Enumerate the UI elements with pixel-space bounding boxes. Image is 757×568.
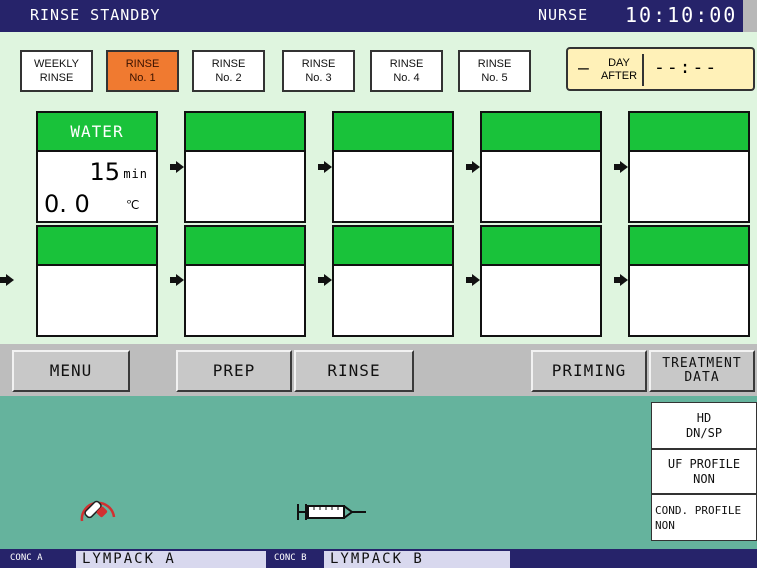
step-1[interactable]: WATER 15 min 0. 0 ℃ <box>36 111 158 223</box>
tab-label: RINSE <box>125 58 160 70</box>
step-body <box>630 152 748 221</box>
step-name <box>186 113 304 152</box>
tab-rinse-2[interactable]: RINSE No. 2 <box>192 50 265 92</box>
panel-text: NON <box>655 518 675 532</box>
arrow-right-icon <box>0 274 14 286</box>
cond-profile-panel[interactable]: COND. PROFILE NON <box>651 494 757 541</box>
arrow-right-icon <box>466 274 480 286</box>
button-label: DATA <box>684 370 720 385</box>
tab-rinse-1[interactable]: RINSE No. 1 <box>106 50 179 92</box>
step-body <box>38 266 156 335</box>
step-6[interactable] <box>36 225 158 337</box>
menu-button[interactable]: MENU <box>12 350 130 392</box>
tab-label: No. 4 <box>393 72 420 84</box>
tab-rinse-4[interactable]: RINSE No. 4 <box>370 50 443 92</box>
tab-rinse-5[interactable]: RINSE No. 5 <box>458 50 531 92</box>
prep-button[interactable]: PREP <box>176 350 292 392</box>
panel-text: COND. PROFILE <box>655 503 742 517</box>
mode-title: RINSE STANDBY <box>30 6 161 24</box>
pressure-gauge-icon <box>80 500 116 522</box>
day-label: DAY AFTER <box>596 54 644 86</box>
tab-label: RINSE <box>211 58 246 70</box>
step-name <box>186 227 304 266</box>
schedule-start-button[interactable]: — DAY AFTER --:-- <box>566 47 755 91</box>
step-10[interactable] <box>628 225 750 337</box>
corner-block <box>743 0 757 32</box>
step-2[interactable] <box>184 111 306 223</box>
priming-button[interactable]: PRIMING <box>531 350 647 392</box>
uf-profile-panel[interactable]: UF PROFILE NON <box>651 449 757 494</box>
arrow-right-icon <box>170 274 184 286</box>
step-name <box>630 113 748 152</box>
step-body <box>334 152 452 221</box>
step-8[interactable] <box>332 225 454 337</box>
tab-label: RINSE <box>477 58 512 70</box>
step-body <box>482 266 600 335</box>
arrow-right-icon <box>318 274 332 286</box>
arrow-right-icon <box>614 274 628 286</box>
user-role: NURSE <box>538 6 589 24</box>
step-duration: 15 <box>89 158 120 186</box>
tab-label: No. 5 <box>481 72 508 84</box>
tab-label: No. 1 <box>129 72 156 84</box>
step-body <box>334 266 452 335</box>
step-temperature-unit: ℃ <box>126 198 140 212</box>
step-9[interactable] <box>480 225 602 337</box>
treatment-data-button[interactable]: TREATMENT DATA <box>649 350 755 392</box>
panel-text: DN/SP <box>685 425 723 440</box>
step-body <box>482 152 600 221</box>
step-name <box>630 227 748 266</box>
panel-text: NON <box>693 471 715 486</box>
day-label-line: DAY <box>608 57 630 69</box>
status-bar: RINSE STANDBY NURSE 10:10:00 <box>0 0 757 32</box>
conc-b-label: CONC B <box>274 553 307 563</box>
step-temperature: 0. 0 <box>44 190 90 218</box>
arrow-right-icon <box>318 161 332 173</box>
tab-label: WEEKLY <box>33 58 80 70</box>
step-3[interactable] <box>332 111 454 223</box>
conc-a-label: CONC A <box>10 553 43 563</box>
panel-text: HD <box>696 410 712 425</box>
step-body <box>186 152 304 221</box>
step-body: 15 min 0. 0 ℃ <box>38 152 156 221</box>
arrow-right-icon <box>614 161 628 173</box>
conc-b-value: LYMPACK B <box>324 551 510 568</box>
step-duration-unit: min <box>123 167 148 181</box>
step-name <box>38 227 156 266</box>
tab-label: RINSE <box>301 58 336 70</box>
day-label-line: AFTER <box>600 70 638 82</box>
step-name <box>334 113 452 152</box>
step-name <box>482 113 600 152</box>
step-name <box>334 227 452 266</box>
tab-label: RINSE <box>389 58 424 70</box>
step-7[interactable] <box>184 225 306 337</box>
panel-text: UF PROFILE <box>667 456 741 471</box>
day-minus: — <box>578 58 589 79</box>
step-name <box>482 227 600 266</box>
button-label: TREATMENT <box>662 356 742 371</box>
clock: 10:10:00 <box>625 3 738 27</box>
step-4[interactable] <box>480 111 602 223</box>
step-5[interactable] <box>628 111 750 223</box>
step-body <box>630 266 748 335</box>
tab-label: RINSE <box>39 72 74 84</box>
arrow-right-icon <box>170 161 184 173</box>
tab-label: No. 2 <box>215 72 242 84</box>
hd-mode-panel[interactable]: HD DN/SP <box>651 402 757 449</box>
syringe-icon <box>297 504 366 520</box>
tab-rinse-3[interactable]: RINSE No. 3 <box>282 50 355 92</box>
tab-weekly-rinse[interactable]: WEEKLY RINSE <box>20 50 93 92</box>
conc-a-value: LYMPACK A <box>76 551 266 568</box>
arrow-right-icon <box>466 161 480 173</box>
tab-label: No. 3 <box>305 72 332 84</box>
schedule-time: --:-- <box>654 57 719 78</box>
rinse-button[interactable]: RINSE <box>294 350 414 392</box>
step-body <box>186 266 304 335</box>
step-name: WATER <box>38 113 156 152</box>
